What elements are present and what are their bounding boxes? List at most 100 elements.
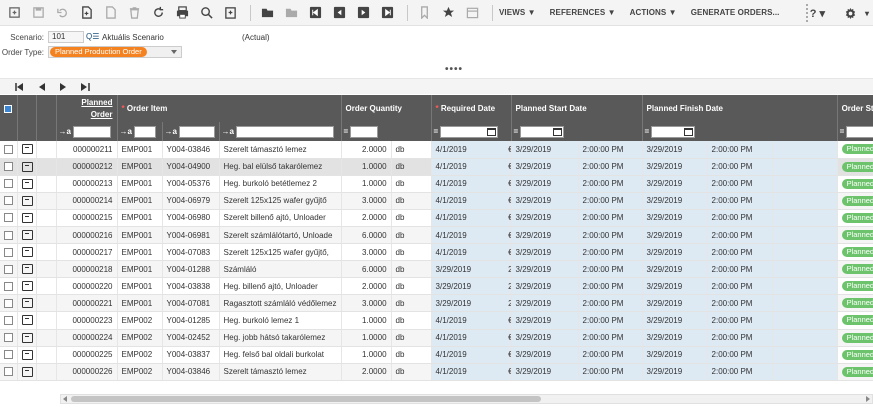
bookmark-icon[interactable]	[414, 3, 434, 23]
open-record-icon[interactable]	[21, 144, 33, 155]
planned-finish-time-cell[interactable]: 2:00:00 PM	[707, 175, 773, 193]
scroll-right-icon[interactable]	[866, 396, 870, 402]
references-menu[interactable]: REFERENCES ▼	[550, 8, 616, 17]
planned-order-cell[interactable]: 000000220	[56, 277, 118, 296]
site-cell[interactable]: EMP002	[117, 311, 163, 330]
planned-finish-date-cell[interactable]: 3/29/2019	[642, 294, 708, 313]
open-record-icon[interactable]	[21, 161, 33, 172]
quantity-cell[interactable]: 3.0000	[341, 294, 392, 313]
open-record-cell[interactable]	[17, 192, 37, 210]
required-date-cell[interactable]: 3/29/20192	[431, 277, 512, 296]
quantity-cell[interactable]: 2.0000	[341, 277, 392, 296]
planned-start-date-cell[interactable]: 3/29/2019	[511, 192, 579, 210]
planned-finish-time-cell[interactable]: 2:00:00 PM	[707, 141, 773, 159]
required-date-cell[interactable]: 3/29/20192	[431, 294, 512, 313]
undo-icon[interactable]	[52, 3, 72, 23]
select-all-header[interactable]	[0, 95, 18, 122]
save-icon[interactable]	[28, 3, 48, 23]
order-status-cell[interactable]: Planned	[836, 260, 873, 279]
order-status-filter[interactable]	[846, 125, 873, 138]
previous-record-icon[interactable]	[329, 3, 349, 23]
open-record-cell[interactable]	[17, 311, 37, 330]
row-checkbox-cell[interactable]	[0, 329, 18, 347]
planned-start-date-cell[interactable]: 3/29/2019	[511, 346, 579, 364]
last-record-icon[interactable]	[377, 3, 397, 23]
description-cell[interactable]: Ragasztott számláló védőlemez	[219, 294, 342, 313]
row-checkbox-cell[interactable]	[0, 175, 18, 193]
add-document-icon[interactable]	[76, 3, 96, 23]
description-cell[interactable]: Számláló	[219, 260, 342, 279]
open-record-cell[interactable]	[17, 226, 37, 245]
uom-cell[interactable]: db	[391, 363, 432, 381]
planned-finish-time-cell[interactable]: 2:00:00 PM	[707, 277, 773, 296]
planned-finish-date-cell[interactable]: 3/29/2019	[642, 141, 708, 159]
planned-finish-time-cell[interactable]: 2:00:00 PM	[707, 363, 773, 381]
planned-finish-time-cell[interactable]: 2:00:00 PM	[707, 260, 773, 279]
planned-finish-time-cell[interactable]: 2:00:00 PM	[707, 346, 773, 364]
row-checkbox-cell[interactable]	[0, 311, 18, 330]
row-checkbox[interactable]	[4, 264, 13, 274]
table-row[interactable]: 000000218 EMP001 Y004-01288 Számláló 6.0000 d…	[0, 260, 873, 279]
required-date-cell[interactable]: 4/1/2019€	[431, 141, 512, 159]
table-row[interactable]: 000000211 EMP001 Y004-03846 Szerelt támaszt…	[0, 141, 873, 159]
item-cell[interactable]: Y004-03838	[162, 277, 220, 296]
site-cell[interactable]: EMP001	[117, 294, 163, 313]
planned-order-cell[interactable]: 000000218	[56, 260, 118, 279]
site-cell[interactable]: EMP001	[117, 243, 163, 262]
quantity-cell[interactable]: 3.0000	[341, 243, 392, 262]
order-status-cell[interactable]: Planned	[836, 363, 873, 381]
planned-start-date-cell[interactable]: 3/29/2019	[511, 363, 579, 381]
description-cell[interactable]: Heg. bal elülső takarólemez	[219, 158, 342, 176]
open-record-icon[interactable]	[21, 366, 33, 377]
description-cell[interactable]: Szerelt támasztó lemez	[219, 363, 342, 381]
order-status-cell[interactable]: Planned	[836, 277, 873, 296]
quantity-cell[interactable]: 1.0000	[341, 175, 392, 193]
item-cell[interactable]: Y004-06980	[162, 209, 220, 227]
calendar-icon[interactable]	[684, 127, 694, 136]
planned-start-date-cell[interactable]: 3/29/2019	[511, 175, 579, 193]
table-row[interactable]: 000000214 EMP001 Y004-06979 Szerelt 125x125…	[0, 192, 873, 210]
next-record-icon[interactable]	[353, 3, 373, 23]
uom-cell[interactable]: db	[391, 192, 432, 210]
order-status-cell[interactable]: Planned	[836, 329, 873, 347]
planned-finish-date-cell[interactable]: 3/29/2019	[642, 192, 708, 210]
planned-order-filter[interactable]	[72, 125, 111, 138]
site-cell[interactable]: EMP001	[117, 277, 163, 296]
open-record-icon[interactable]	[21, 298, 33, 309]
row-checkbox[interactable]	[4, 281, 13, 291]
planned-finish-date-cell[interactable]: 3/29/2019	[642, 329, 708, 347]
calendar-icon[interactable]	[553, 127, 563, 136]
order-status-cell[interactable]: Planned	[836, 294, 873, 313]
row-checkbox[interactable]	[4, 247, 13, 257]
planned-finish-time-cell[interactable]: 2:00:00 PM	[707, 243, 773, 262]
description-filter[interactable]	[235, 125, 334, 138]
planned-finish-time-cell[interactable]: 2:00:00 PM	[707, 294, 773, 313]
open-record-cell[interactable]	[17, 363, 37, 381]
new-record-icon[interactable]	[4, 3, 24, 23]
description-cell[interactable]: Szerelt 125x125 wafer gyűjtő,	[219, 243, 342, 262]
required-date-cell[interactable]: 4/1/2019€	[431, 226, 512, 245]
quantity-cell[interactable]: 2.0000	[341, 209, 392, 227]
planned-finish-date-cell[interactable]: 3/29/2019	[642, 158, 708, 176]
planned-order-cell[interactable]: 000000225	[56, 346, 118, 364]
item-filter[interactable]	[178, 125, 215, 138]
quantity-cell[interactable]: 1.0000	[341, 311, 392, 330]
row-checkbox-cell[interactable]	[0, 158, 18, 176]
site-cell[interactable]: EMP001	[117, 192, 163, 210]
item-cell[interactable]: Y004-06981	[162, 226, 220, 245]
row-checkbox[interactable]	[4, 333, 13, 343]
folder-icon[interactable]	[281, 3, 301, 23]
description-cell[interactable]: Szerelt 125x125 wafer gyűjtő	[219, 192, 342, 210]
gear-icon[interactable]	[841, 3, 861, 23]
first-record-icon[interactable]	[305, 3, 325, 23]
planned-start-time-cell[interactable]: 2:00:00 PM	[578, 260, 643, 279]
open-record-cell[interactable]	[17, 141, 37, 159]
next-page-icon[interactable]	[52, 80, 74, 94]
scrollbar-thumb[interactable]	[71, 396, 541, 402]
planned-order-cell[interactable]: 000000224	[56, 329, 118, 347]
quantity-cell[interactable]: 6.0000	[341, 226, 392, 245]
planned-finish-time-cell[interactable]: 2:00:00 PM	[707, 226, 773, 245]
uom-cell[interactable]: db	[391, 311, 432, 330]
uom-cell[interactable]: db	[391, 209, 432, 227]
planned-start-time-cell[interactable]: 2:00:00 PM	[578, 363, 643, 381]
